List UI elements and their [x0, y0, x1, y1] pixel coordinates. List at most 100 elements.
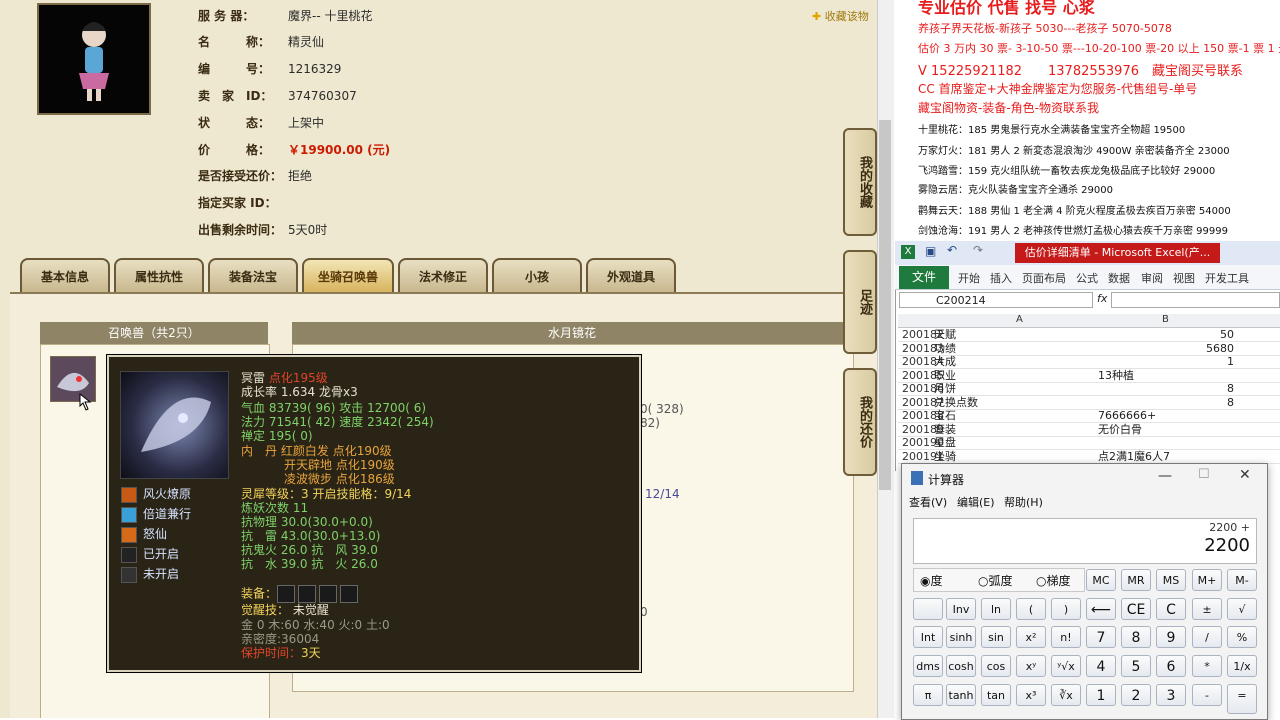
- calc-mem-button[interactable]: MC: [1086, 569, 1116, 591]
- calc-button[interactable]: 8: [1121, 626, 1151, 648]
- menu-help[interactable]: 帮助(H): [1004, 494, 1043, 510]
- calc-button[interactable]: dms: [913, 655, 943, 677]
- calc-button[interactable]: 3: [1156, 684, 1186, 706]
- table-row[interactable]: 200185 职业 13种植: [898, 369, 1280, 383]
- table-row[interactable]: 200188 宝石 7666666+: [898, 409, 1280, 423]
- cell-b[interactable]: 7666666+: [1098, 409, 1156, 422]
- footprint-button[interactable]: 足迹: [843, 250, 877, 354]
- calc-mem-button[interactable]: M+: [1192, 569, 1222, 591]
- calc-button[interactable]: /: [1192, 626, 1222, 648]
- calc-button[interactable]: 4: [1086, 655, 1116, 677]
- table-row[interactable]: 200186 月饼 8: [898, 382, 1280, 396]
- table-row[interactable]: 200190 星盘: [898, 436, 1280, 450]
- calc-mem-button[interactable]: MS: [1156, 569, 1186, 591]
- table-row[interactable]: 200182 天赋 50: [898, 328, 1280, 342]
- my-favorites-button[interactable]: 我的收藏: [843, 128, 877, 236]
- calc-button[interactable]: Int: [913, 626, 943, 648]
- equip-slot[interactable]: [298, 585, 317, 603]
- column-a-header[interactable]: A: [1016, 314, 1023, 325]
- calc-button[interactable]: -: [1192, 684, 1222, 706]
- calc-button[interactable]: xʸ: [1016, 655, 1046, 677]
- tab-5[interactable]: 小孩: [492, 258, 582, 292]
- calc-button[interactable]: 7: [1086, 626, 1116, 648]
- tab-1[interactable]: 属性抗性: [114, 258, 204, 292]
- cell-b[interactable]: 13种植: [1098, 369, 1134, 382]
- redo-icon[interactable]: ↷: [973, 243, 983, 257]
- cell-a[interactable]: 天赋: [934, 328, 956, 341]
- calc-button[interactable]: =: [1227, 684, 1257, 714]
- calc-button[interactable]: π: [913, 684, 943, 706]
- calc-button[interactable]: ∛x: [1051, 684, 1081, 706]
- calc-button[interactable]: sin: [981, 626, 1011, 648]
- calc-button[interactable]: √: [1227, 598, 1257, 620]
- ribbon-tab[interactable]: 插入: [990, 270, 1012, 286]
- cell-a[interactable]: 月饼: [934, 382, 956, 395]
- calc-button[interactable]: cos: [981, 655, 1011, 677]
- maximize-icon[interactable]: ☐: [1198, 467, 1210, 482]
- undo-icon[interactable]: ↶: [947, 243, 957, 257]
- calc-button[interactable]: (: [1016, 598, 1046, 620]
- cell-a[interactable]: 坐骑: [934, 450, 956, 463]
- table-row[interactable]: 200184 大成 1: [898, 355, 1280, 369]
- calc-button[interactable]: 9: [1156, 626, 1186, 648]
- file-tab[interactable]: 文件: [899, 266, 949, 289]
- close-icon[interactable]: ✕: [1239, 467, 1251, 483]
- tab-2[interactable]: 装备法宝: [208, 258, 298, 292]
- calc-button[interactable]: sinh: [946, 626, 976, 648]
- cell-a[interactable]: 功绩: [934, 342, 956, 355]
- cell-b-number[interactable]: 8: [1198, 382, 1234, 395]
- name-box[interactable]: C200214: [899, 292, 1093, 308]
- column-b-header[interactable]: B: [1162, 314, 1169, 325]
- cell-b-number[interactable]: 5680: [1198, 342, 1234, 355]
- formula-bar[interactable]: [1111, 292, 1280, 308]
- ribbon-tab[interactable]: 数据: [1108, 270, 1130, 286]
- ribbon-tab[interactable]: 审阅: [1141, 270, 1163, 286]
- save-icon[interactable]: ▣: [925, 244, 936, 258]
- calc-button[interactable]: 1: [1086, 684, 1116, 706]
- calc-button[interactable]: 2: [1121, 684, 1151, 706]
- radio-radian[interactable]: ○弧度: [978, 572, 1013, 589]
- equip-slot[interactable]: [319, 585, 338, 603]
- tab-3[interactable]: 坐骑召唤兽: [302, 258, 394, 292]
- calc-button[interactable]: Inv: [946, 598, 976, 620]
- calc-mem-button[interactable]: MR: [1121, 569, 1151, 591]
- calc-button[interactable]: cosh: [946, 655, 976, 677]
- menu-view[interactable]: 查看(V): [909, 494, 947, 510]
- calc-button[interactable]: 5: [1121, 655, 1151, 677]
- tab-0[interactable]: 基本信息: [20, 258, 110, 292]
- cell-a[interactable]: 兑换点数: [934, 396, 978, 409]
- ribbon-tab[interactable]: 开始: [958, 270, 980, 286]
- minimize-icon[interactable]: —: [1158, 468, 1172, 484]
- radio-degree[interactable]: ◉度: [920, 572, 943, 589]
- cell-a[interactable]: 大成: [934, 355, 956, 368]
- cell-b[interactable]: 点2满1魔6人7: [1098, 450, 1170, 463]
- my-counteroffer-button[interactable]: 我的还价: [843, 368, 877, 476]
- equip-slot[interactable]: [340, 585, 359, 603]
- calc-button[interactable]: tan: [981, 684, 1011, 706]
- calc-button[interactable]: ⟵: [1086, 598, 1116, 620]
- favorite-link[interactable]: ✚ 收藏该物: [812, 8, 869, 24]
- calc-button[interactable]: 1/x: [1227, 655, 1257, 677]
- calc-mem-button[interactable]: M-: [1227, 569, 1257, 591]
- radio-gradian[interactable]: ○梯度: [1036, 572, 1071, 589]
- calc-button[interactable]: C: [1156, 598, 1186, 620]
- calc-button[interactable]: tanh: [946, 684, 976, 706]
- cell-b-number[interactable]: 8: [1198, 396, 1234, 409]
- cell-b-number[interactable]: 1: [1198, 355, 1234, 368]
- equip-slot[interactable]: [277, 585, 296, 603]
- calc-button[interactable]: CE: [1121, 598, 1151, 620]
- table-row[interactable]: 200191 坐骑 点2满1魔6人7: [898, 450, 1280, 464]
- calc-button[interactable]: [913, 598, 943, 620]
- calc-button[interactable]: *: [1192, 655, 1222, 677]
- table-row[interactable]: 200189 套装 无价白骨: [898, 423, 1280, 437]
- cell-a[interactable]: 宝石: [934, 409, 956, 422]
- cell-b[interactable]: 无价白骨: [1098, 423, 1142, 436]
- calc-button[interactable]: 6: [1156, 655, 1186, 677]
- table-row[interactable]: 200183 功绩 5680: [898, 342, 1280, 356]
- ribbon-tab[interactable]: 页面布局: [1022, 270, 1066, 286]
- menu-edit[interactable]: 编辑(E): [957, 494, 995, 510]
- cell-a[interactable]: 职业: [934, 369, 956, 382]
- cell-a[interactable]: 星盘: [934, 436, 956, 449]
- calc-button[interactable]: ): [1051, 598, 1081, 620]
- calc-button[interactable]: ln: [981, 598, 1011, 620]
